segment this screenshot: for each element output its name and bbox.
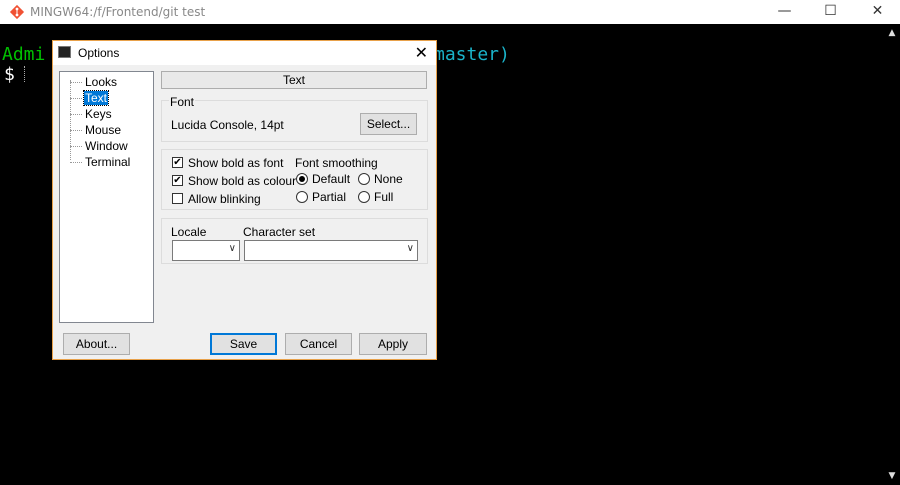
tree-item-label: Looks (85, 75, 118, 89)
save-button[interactable]: Save (210, 333, 277, 355)
checkbox-unchecked-icon (172, 193, 183, 204)
font-smoothing-label: Font smoothing (295, 156, 378, 170)
checkbox-checked-icon: ✔ (172, 157, 183, 168)
checkbox-label: Show bold as font (188, 156, 284, 170)
radio-unselected-icon (296, 191, 308, 203)
checkbox-checked-icon: ✔ (172, 175, 183, 186)
terminal-cursor (24, 66, 26, 82)
scroll-down-icon[interactable]: ▼ (884, 469, 900, 483)
tree-item-label: Mouse (85, 123, 122, 137)
show-bold-as-colour-checkbox[interactable]: ✔ Show bold as colour (172, 173, 296, 189)
chevron-down-icon: ∨ (406, 243, 414, 254)
dialog-title: Options (78, 46, 120, 60)
radio-label: Full (374, 190, 394, 204)
tree-item-label: Window (85, 139, 128, 153)
about-button[interactable]: About... (63, 333, 130, 355)
chevron-down-icon: ∨ (228, 243, 236, 254)
window-titlebar: MINGW64:/f/Frontend/git test — ☐ ✕ (0, 0, 900, 24)
dialog-close-button[interactable]: ✕ (415, 43, 428, 63)
section-header: Text (161, 71, 427, 89)
show-bold-as-font-checkbox[interactable]: ✔ Show bold as font (172, 155, 283, 171)
window-title: MINGW64:/f/Frontend/git test (30, 5, 206, 19)
smoothing-full-radio[interactable]: Full (358, 189, 393, 205)
tree-item-looks[interactable]: Looks (70, 74, 118, 90)
tree-item-text[interactable]: Text (70, 90, 110, 106)
locale-label: Locale (171, 225, 207, 239)
tree-item-keys[interactable]: Keys (70, 106, 113, 122)
terminal-prompt-symbol: $ (4, 64, 15, 85)
character-set-select[interactable]: ∨ (244, 240, 418, 261)
font-group-label: Font (169, 95, 196, 109)
tree-item-label: Text (82, 90, 110, 106)
smoothing-default-radio[interactable]: Default (296, 171, 350, 187)
terminal-prompt-branch: master) (434, 44, 510, 65)
scroll-up-icon[interactable]: ▲ (884, 26, 900, 40)
maximize-button[interactable]: ☐ (808, 0, 853, 24)
radio-unselected-icon (358, 173, 370, 185)
allow-blinking-checkbox[interactable]: Allow blinking (172, 191, 261, 207)
tree-item-window[interactable]: Window (70, 138, 129, 154)
font-value: Lucida Console, 14pt (171, 118, 284, 132)
tree-item-label: Keys (85, 107, 112, 121)
options-tree: Looks Text Keys Mouse Window Terminal (59, 71, 154, 323)
options-dialog: Options ✕ Looks Text Keys Mouse Window T… (52, 40, 437, 360)
tree-item-terminal[interactable]: Terminal (70, 154, 131, 170)
radio-label: Partial (312, 190, 347, 204)
radio-label: None (374, 172, 403, 186)
select-font-button[interactable]: Select... (360, 113, 417, 135)
character-set-label: Character set (243, 225, 316, 239)
checkbox-label: Show bold as colour (188, 174, 297, 188)
window-close-button[interactable]: ✕ (855, 0, 900, 24)
radio-unselected-icon (358, 191, 370, 203)
radio-label: Default (312, 172, 351, 186)
apply-button[interactable]: Apply (359, 333, 427, 355)
git-logo-icon (9, 4, 25, 20)
dialog-titlebar: Options ✕ (53, 41, 436, 65)
locale-select[interactable]: ∨ (172, 240, 240, 261)
minimize-button[interactable]: — (762, 0, 807, 24)
tree-item-mouse[interactable]: Mouse (70, 122, 122, 138)
terminal-prompt-user: Admi (2, 44, 46, 65)
tree-item-label: Terminal (85, 155, 131, 169)
checkbox-label: Allow blinking (188, 192, 261, 206)
terminal-scrollbar[interactable]: ▲ ▼ (884, 24, 900, 485)
terminal-icon (58, 46, 71, 58)
cancel-button[interactable]: Cancel (285, 333, 352, 355)
radio-selected-icon (296, 173, 308, 185)
smoothing-partial-radio[interactable]: Partial (296, 189, 346, 205)
smoothing-none-radio[interactable]: None (358, 171, 403, 187)
